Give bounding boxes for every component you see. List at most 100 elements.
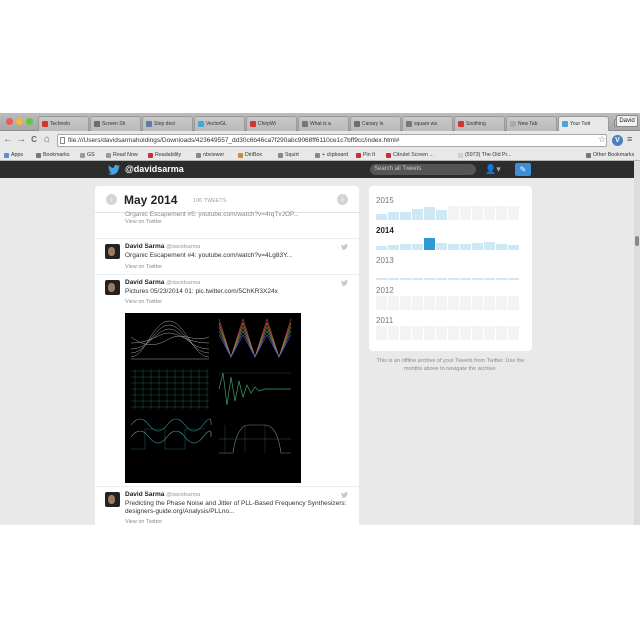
- year-label-2012[interactable]: 2012: [376, 286, 394, 295]
- month-bar[interactable]: [424, 238, 435, 250]
- avatar[interactable]: [105, 280, 120, 295]
- month-bar[interactable]: [460, 206, 471, 220]
- browser-tab[interactable]: VectorGL: [194, 116, 245, 131]
- month-bar[interactable]: [484, 326, 495, 340]
- bookmark-item[interactable]: Bookmarks: [36, 152, 70, 158]
- view-on-twitter-link[interactable]: View on Twitter: [125, 219, 162, 225]
- month-bar[interactable]: [472, 326, 483, 340]
- month-bar[interactable]: [460, 278, 471, 280]
- reload-button[interactable]: C: [29, 134, 39, 146]
- year-label-2014[interactable]: 2014: [376, 226, 394, 235]
- browser-tab[interactable]: ChirpWi: [246, 116, 297, 131]
- month-bar[interactable]: [460, 326, 471, 340]
- view-on-twitter-link[interactable]: View on Twitter: [125, 264, 162, 270]
- browser-tab[interactable]: Step desi: [142, 116, 193, 131]
- month-bar[interactable]: [412, 244, 423, 250]
- month-bar[interactable]: [388, 212, 399, 220]
- user-menu-icon[interactable]: 👤▾: [485, 164, 501, 175]
- month-bar[interactable]: [448, 206, 459, 220]
- month-bar[interactable]: [400, 212, 411, 220]
- month-bar[interactable]: [508, 206, 519, 220]
- bookmark-item[interactable]: (5973) The Old Pr...: [458, 152, 511, 158]
- browser-tab[interactable]: Screen Sh: [90, 116, 141, 131]
- browser-tab[interactable]: Technolo: [38, 116, 89, 131]
- previous-month-button[interactable]: ‹: [106, 194, 117, 205]
- month-bar[interactable]: [448, 296, 459, 310]
- zoom-window-button[interactable]: [26, 118, 33, 125]
- month-bar[interactable]: [436, 278, 447, 280]
- bookmark-item[interactable]: Read Now: [106, 152, 138, 158]
- year-label-2013[interactable]: 2013: [376, 256, 394, 265]
- month-bar[interactable]: [448, 278, 459, 280]
- month-bar[interactable]: [424, 278, 435, 280]
- tweet-author[interactable]: David Sarma @davidsarma: [125, 279, 200, 286]
- bookmark-item[interactable]: Pin It: [356, 152, 375, 158]
- bookmark-item[interactable]: Apps: [4, 152, 23, 158]
- month-bar[interactable]: [376, 214, 387, 220]
- browser-tab[interactable]: Your Twit: [558, 116, 609, 131]
- month-bar[interactable]: [436, 326, 447, 340]
- close-window-button[interactable]: [6, 118, 13, 125]
- month-bar[interactable]: [424, 296, 435, 310]
- month-bar[interactable]: [376, 326, 387, 340]
- month-bar[interactable]: [472, 296, 483, 310]
- month-bar[interactable]: [496, 326, 507, 340]
- twitter-bird-icon[interactable]: [108, 165, 120, 175]
- page-scrollbar[interactable]: [634, 161, 640, 525]
- month-bar[interactable]: [472, 206, 483, 220]
- browser-tab[interactable]: What is a: [298, 116, 349, 131]
- account-handle[interactable]: @davidsarma: [125, 164, 184, 174]
- month-bar[interactable]: [460, 244, 471, 250]
- tweet-author[interactable]: David Sarma @davidsarma: [125, 243, 200, 250]
- view-on-twitter-link[interactable]: View on Twitter: [125, 519, 162, 525]
- month-bar[interactable]: [424, 326, 435, 340]
- bookmark-item[interactable]: + clipboard: [315, 152, 348, 158]
- month-bar[interactable]: [508, 296, 519, 310]
- month-bar[interactable]: [400, 296, 411, 310]
- browser-tab[interactable]: Soothing: [454, 116, 505, 131]
- avatar[interactable]: [105, 492, 120, 507]
- month-bar[interactable]: [436, 296, 447, 310]
- profile-chip[interactable]: David: [616, 115, 638, 127]
- scrollbar-thumb[interactable]: [635, 236, 639, 246]
- month-bar[interactable]: [388, 296, 399, 310]
- month-bar[interactable]: [484, 206, 495, 220]
- month-bar[interactable]: [472, 278, 483, 280]
- month-bar[interactable]: [424, 207, 435, 220]
- bookmark-item[interactable]: nbviewer: [196, 152, 224, 158]
- chrome-menu-icon[interactable]: ≡: [627, 134, 632, 144]
- month-bar[interactable]: [496, 206, 507, 220]
- month-bar[interactable]: [496, 244, 507, 250]
- month-bar[interactable]: [412, 326, 423, 340]
- month-bar[interactable]: [412, 209, 423, 220]
- month-bar[interactable]: [376, 296, 387, 310]
- next-month-button[interactable]: ›: [337, 194, 348, 205]
- browser-tab[interactable]: Canary Is: [350, 116, 401, 131]
- extension-icon[interactable]: V: [612, 135, 623, 146]
- bookmark-item[interactable]: Citrulet Screen ...: [386, 152, 434, 158]
- bookmark-item[interactable]: Readability: [148, 152, 181, 158]
- month-bar[interactable]: [472, 243, 483, 250]
- month-bar[interactable]: [436, 243, 447, 250]
- month-bar[interactable]: [448, 244, 459, 250]
- browser-tab[interactable]: New Tab: [506, 116, 557, 131]
- month-bar[interactable]: [388, 326, 399, 340]
- month-bar[interactable]: [484, 242, 495, 250]
- tweet-photo-waveforms[interactable]: [125, 313, 301, 483]
- month-bar[interactable]: [448, 326, 459, 340]
- avatar[interactable]: [105, 244, 120, 259]
- bookmark-item[interactable]: Squirt: [278, 152, 299, 158]
- month-bar[interactable]: [496, 296, 507, 310]
- month-bar[interactable]: [400, 326, 411, 340]
- minimize-window-button[interactable]: [16, 118, 23, 125]
- back-button[interactable]: ←: [3, 134, 13, 146]
- month-bar[interactable]: [388, 245, 399, 250]
- month-bar[interactable]: [508, 278, 519, 280]
- home-button[interactable]: ⌂: [42, 134, 52, 146]
- browser-tab[interactable]: square wa: [402, 116, 453, 131]
- year-label-2011[interactable]: 2011: [376, 316, 393, 325]
- bookmark-item[interactable]: Other Bookmarks: [586, 152, 634, 158]
- month-bar[interactable]: [436, 210, 447, 220]
- month-bar[interactable]: [484, 278, 495, 280]
- view-on-twitter-link[interactable]: View on Twitter: [125, 299, 162, 305]
